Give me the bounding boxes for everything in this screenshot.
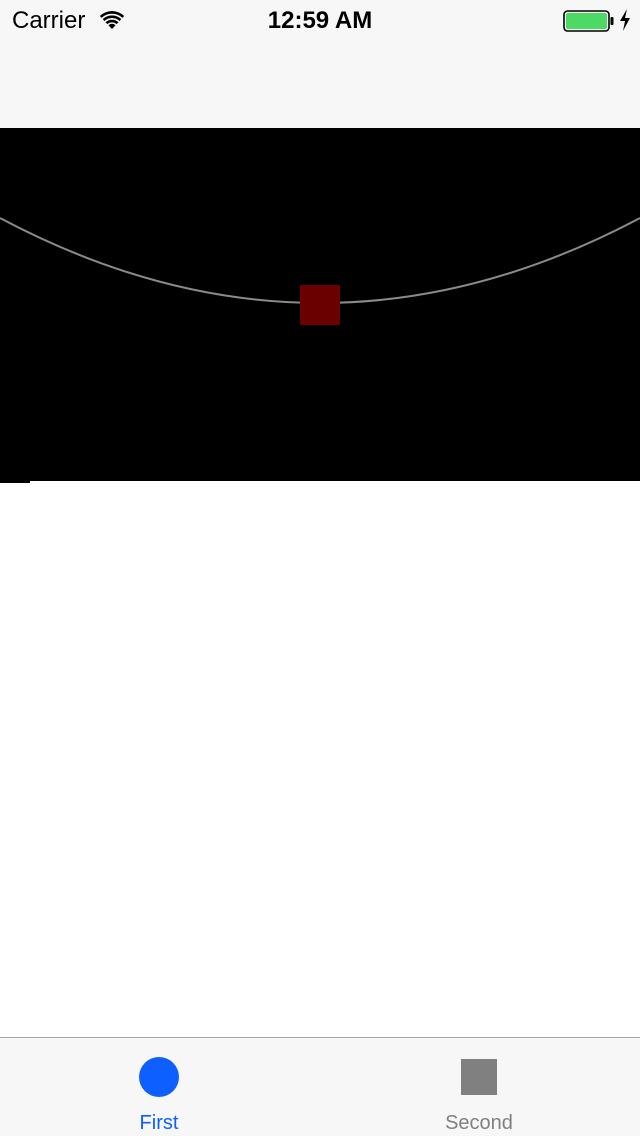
navigation-bar: Carrier 12:59 AM [0,0,640,128]
status-time: 12:59 AM [267,7,373,34]
status-bar: Carrier 12:59 AM [0,0,640,40]
canvas-graphics [0,217,640,325]
drawing-canvas[interactable] [0,128,640,481]
tab-first-label: First [139,1112,179,1134]
tab-second-label: Second [445,1112,513,1134]
charging-bolt-icon [620,9,630,31]
square-icon [461,1059,497,1095]
tab-first[interactable]: First [0,1038,320,1136]
tab-bar: First Second [0,1037,640,1136]
canvas-edge [0,481,30,483]
battery-full-icon [563,10,614,32]
app-screen: Carrier 12:59 AM First Second [0,0,640,1136]
moving-square-marker [300,285,340,325]
circle-icon [139,1057,179,1097]
tab-second[interactable]: Second [320,1038,640,1136]
